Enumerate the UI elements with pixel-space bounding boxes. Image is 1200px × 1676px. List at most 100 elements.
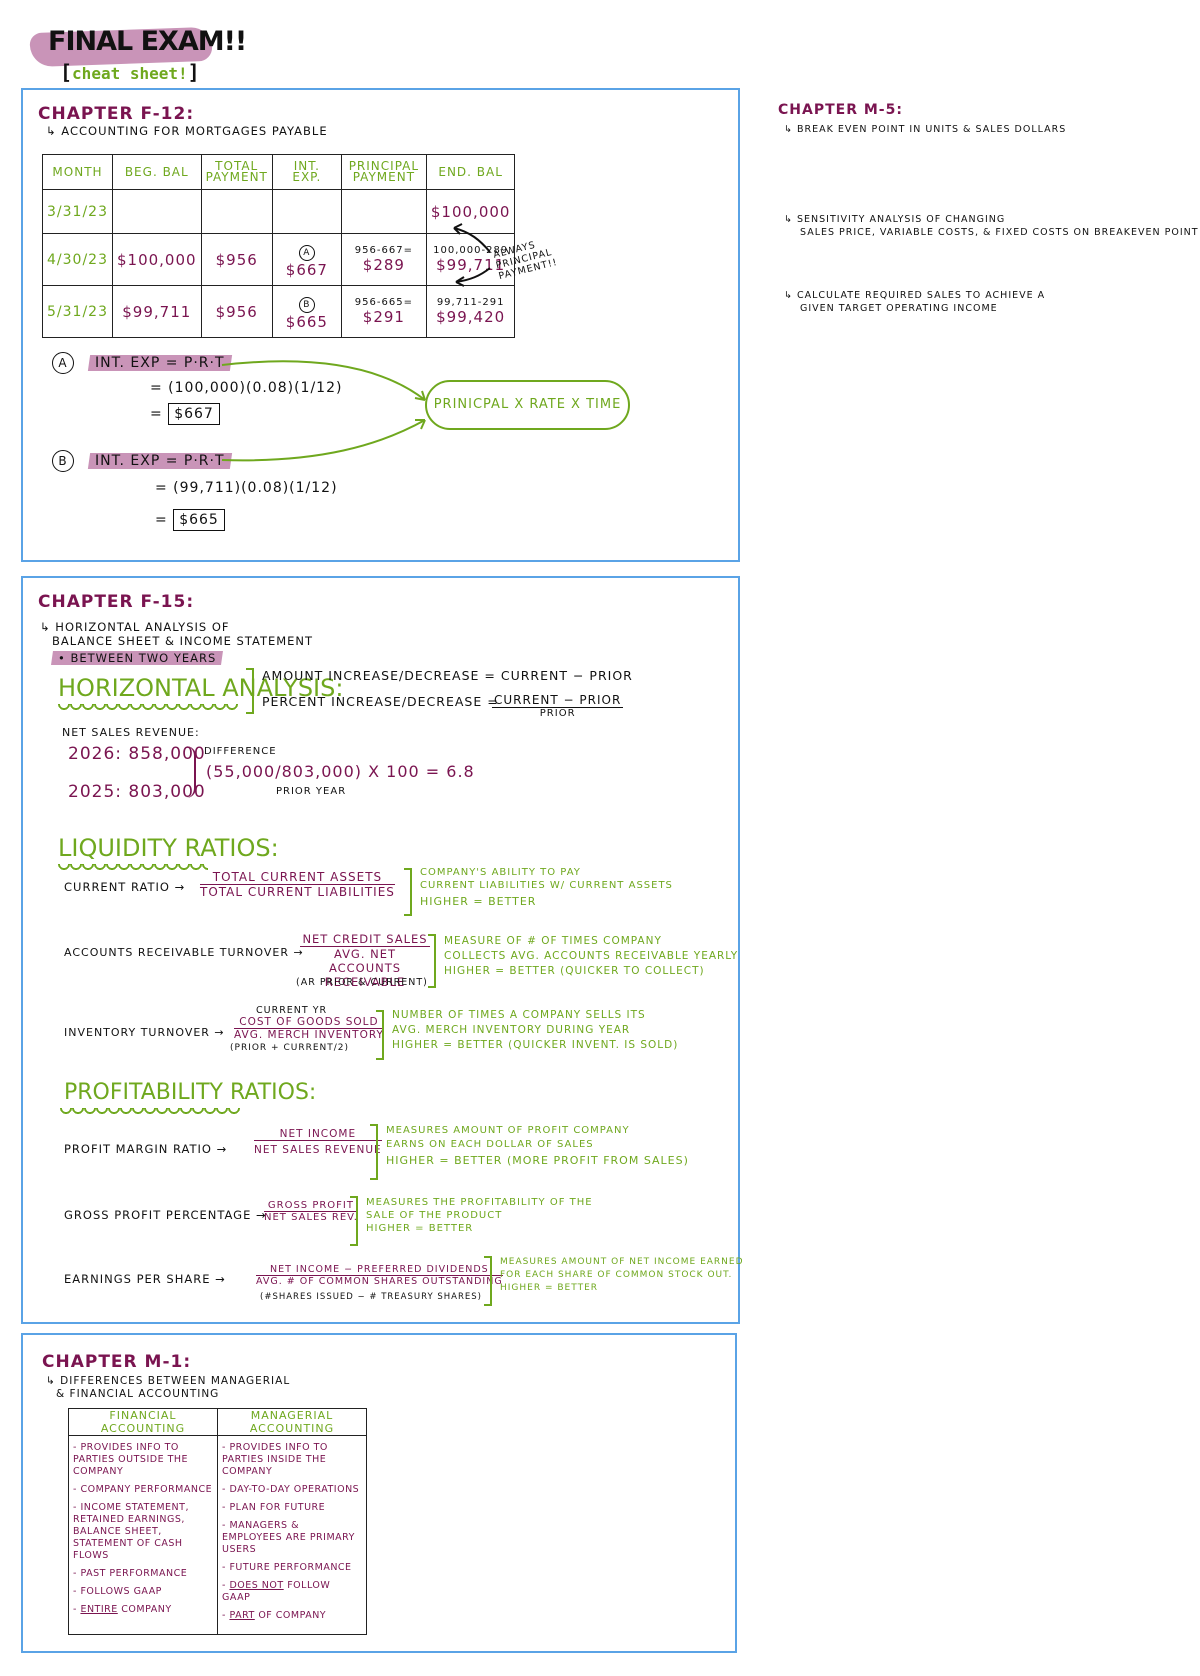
col-header: TOTAL PAYMENT	[200, 154, 273, 190]
marker-b-icon: B	[52, 450, 74, 472]
desc-line: FOR EACH SHARE OF COMMON STOCK OUT.	[500, 1270, 733, 1280]
managerial-column: - PROVIDES INFO TO PARTIES INSIDE THE CO…	[217, 1435, 367, 1635]
list-item-text: PAST PERFORMANCE	[80, 1568, 188, 1579]
list-item-text: INCOME STATEMENT, RETAINED EARNINGS, BAL…	[73, 1502, 189, 1561]
fraction-denominator: AVG. MERCH INVENTORY	[234, 1029, 384, 1041]
desc-line: MEASURES THE PROFITABILITY OF THE	[366, 1197, 593, 1208]
fraction-numerator: NET INCOME − PREFERRED DIVIDENDS	[256, 1264, 503, 1276]
comparison-table: FINANCIAL ACCOUNTING MANAGERIAL ACCOUNTI…	[68, 1408, 367, 1635]
desc-line: AVG. MERCH INVENTORY DURING YEAR	[392, 1024, 631, 1036]
list-item: - INCOME STATEMENT, RETAINED EARNINGS, B…	[73, 1502, 213, 1562]
underlined-text: ENTIRE	[80, 1604, 118, 1615]
cell-end-bal: 99,711-291 $99,420	[425, 285, 516, 338]
cell-beg-bal	[111, 189, 202, 234]
desc-line: HIGHER = BETTER (MORE PROFIT FROM SALES)	[386, 1154, 689, 1167]
example-label: NET SALES REVENUE:	[62, 726, 200, 739]
list-item-text: FOLLOWS GAAP	[80, 1586, 162, 1597]
cell-beg-bal: $100,000	[111, 233, 202, 286]
list-item: - PROVIDES INFO TO PARTIES OUTSIDE THE C…	[73, 1442, 213, 1478]
ratio-name: ACCOUNTS RECEIVABLE TURNOVER →	[64, 946, 304, 959]
principal-calc: 956-665=	[354, 297, 413, 308]
chapter-m1-title: CHAPTER M-1:	[42, 1352, 192, 1372]
col-header: END. BAL	[425, 154, 516, 190]
col-header: INT. EXP.	[271, 154, 342, 190]
cell-principal	[340, 189, 427, 234]
list-item: - PAST PERFORMANCE	[73, 1568, 213, 1580]
calc-a-formula-row: A INT. EXP = P·R·T	[52, 352, 233, 374]
list-item-text: PROVIDES INFO TO PARTIES OUTSIDE THE COM…	[73, 1442, 189, 1477]
cell-int-exp: B $665	[271, 285, 342, 338]
bracket	[370, 1124, 378, 1180]
marker-a-icon: A	[298, 244, 315, 261]
list-item: - MANAGERS & EMPLOYEES ARE PRIMARY USERS	[222, 1520, 362, 1556]
financial-column: - PROVIDES INFO TO PARTIES OUTSIDE THE C…	[68, 1435, 218, 1635]
bracket	[376, 1010, 384, 1060]
desc-line: NUMBER OF TIMES A COMPANY SELLS ITS	[392, 1009, 646, 1021]
m5-item: ↳ SENSITIVITY ANALYSIS OF CHANGING	[784, 214, 1006, 225]
fraction-numerator: CURRENT − PRIOR	[492, 693, 624, 708]
ratio-name: PROFIT MARGIN RATIO →	[64, 1142, 228, 1156]
list-item: - PART OF COMPANY	[222, 1610, 362, 1622]
squiggle-underline	[58, 704, 238, 712]
ratio-name: GROSS PROFIT PERCENTAGE →	[64, 1208, 267, 1222]
ratio-name: EARNINGS PER SHARE →	[64, 1272, 226, 1286]
list-item: - PROVIDES INFO TO PARTIES INSIDE THE CO…	[222, 1442, 362, 1478]
list-item: - COMPANY PERFORMANCE	[73, 1484, 213, 1496]
bracket	[428, 934, 436, 988]
bracket	[404, 868, 412, 916]
fraction-denominator: TOTAL CURRENT LIABILITIES	[200, 885, 395, 899]
example-difference: DIFFERENCE	[204, 746, 277, 757]
fraction-denominator: NET SALES REVENUE	[254, 1144, 382, 1156]
desc-line: COMPANY'S ABILITY TO PAY	[420, 867, 581, 878]
f15-sub: ↳ HORIZONTAL ANALYSIS OF	[40, 620, 230, 634]
desc-line: COLLECTS AVG. ACCOUNTS RECEIVABLE YEARLY	[444, 950, 739, 962]
calc-a-formula: INT. EXP = P·R·T	[95, 355, 225, 371]
list-item: - FOLLOWS GAAP	[73, 1586, 213, 1598]
list-item-text: COMPANY PERFORMANCE	[80, 1484, 213, 1495]
bracket	[246, 668, 254, 714]
cell-int-exp: A $667	[271, 233, 342, 286]
list-item-text: COMPANY	[117, 1604, 172, 1615]
liquidity-heading: LIQUIDITY RATIOS:	[58, 834, 279, 862]
example-prior-year: PRIOR YEAR	[276, 786, 347, 797]
fraction-denominator: PRIOR	[539, 708, 576, 719]
ratio-sub-note: (PRIOR + CURRENT/2)	[230, 1043, 350, 1053]
percent-formula-label: PERCENT INCREASE/DECREASE =	[262, 694, 499, 709]
desc-line: HIGHER = BETTER	[366, 1223, 474, 1234]
col-header: PRINCIPAL PAYMENT	[340, 154, 427, 190]
ratio-name: CURRENT RATIO →	[64, 880, 186, 894]
list-item-text: PLAN FOR FUTURE	[229, 1502, 326, 1513]
m5-item: ↳ BREAK EVEN POINT IN UNITS & SALES DOLL…	[784, 124, 1067, 135]
desc-line: MEASURES AMOUNT OF NET INCOME EARNED	[500, 1257, 744, 1267]
cloud-arrows-icon	[221, 360, 426, 462]
list-item-text: DAY-TO-DAY OPERATIONS	[229, 1484, 360, 1495]
fraction-numerator: NET CREDIT SALES	[300, 932, 430, 947]
squiggle-underline	[58, 864, 208, 872]
table-row: 4/30/23 $100,000 $956 A $667 956-667= $2…	[42, 233, 516, 286]
principal-value: $291	[362, 308, 405, 326]
between-years-highlight: • BETWEEN TWO YEARS	[51, 651, 224, 665]
ratio-fraction: COST OF GOODS SOLD AVG. MERCH INVENTORY	[234, 1016, 384, 1041]
table-row: 5/31/23 $99,711 $956 B $665 956-665= $29…	[42, 285, 516, 338]
m1-sub: ↳ DIFFERENCES BETWEEN MANAGERIAL	[46, 1375, 291, 1387]
desc-line: SALE OF THE PRODUCT	[366, 1210, 503, 1221]
mortgage-table-header: MONTH BEG. BAL TOTAL PAYMENT INT. EXP. P…	[42, 154, 516, 190]
calc-a-result-row: = $667	[150, 403, 220, 425]
m1-sub: & FINANCIAL ACCOUNTING	[56, 1388, 220, 1400]
ratio-sub-note: (#SHARES ISSUED − # TREASURY SHARES)	[260, 1292, 482, 1302]
desc-line: HIGHER = BETTER	[420, 895, 537, 908]
underlined-text: PART	[229, 1610, 255, 1621]
f15-sub: BALANCE SHEET & INCOME STATEMENT	[52, 634, 314, 648]
calc-a-highlight: INT. EXP = P·R·T	[88, 355, 233, 371]
desc-line: HIGHER = BETTER (QUICKER TO COLLECT)	[444, 965, 705, 977]
marker-a-icon: A	[52, 352, 74, 374]
ratio-fraction: NET INCOME − PREFERRED DIVIDENDS AVG. # …	[256, 1264, 503, 1287]
list-item-text: PROVIDES INFO TO PARTIES INSIDE THE COMP…	[222, 1442, 328, 1477]
calc-a-eq: =	[150, 406, 163, 422]
int-exp-value: $667	[285, 260, 328, 279]
cell-principal: 956-665= $291	[340, 285, 427, 338]
managerial-list: - PROVIDES INFO TO PARTIES INSIDE THE CO…	[222, 1442, 362, 1622]
f15-sub-highlight: • BETWEEN TWO YEARS	[51, 651, 224, 665]
cell-int-exp	[271, 189, 342, 234]
cell-total-payment: $956	[200, 233, 273, 286]
